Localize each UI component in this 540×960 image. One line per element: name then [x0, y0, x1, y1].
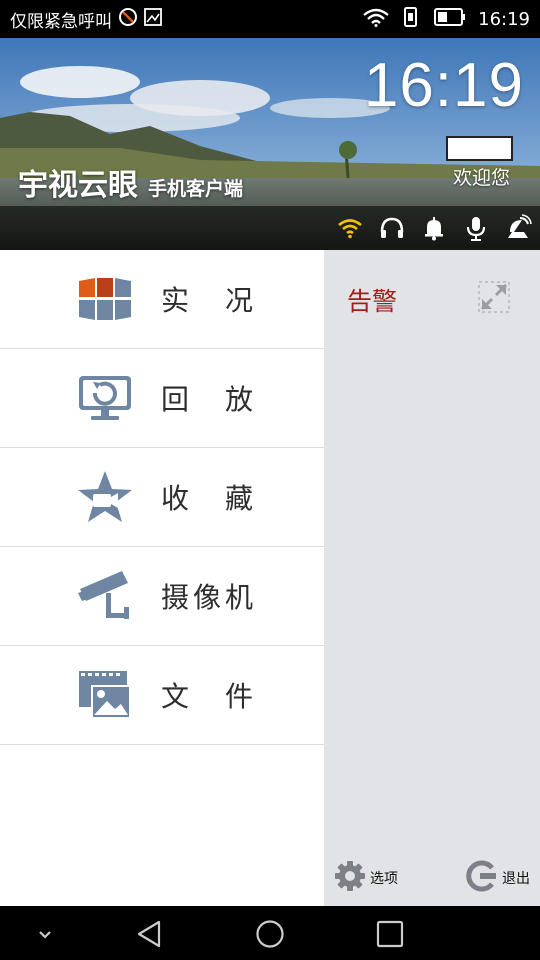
menu-item-files[interactable]: 文 件	[0, 646, 324, 745]
options-button[interactable]: 选项	[334, 860, 398, 896]
options-label: 选项	[370, 871, 398, 887]
welcome-text: 欢迎您	[452, 167, 510, 189]
menu-item-label: 实 况	[161, 284, 258, 317]
alarm-title: 告警	[347, 287, 398, 316]
menu-item-label: 摄像机	[161, 581, 258, 614]
wifi-icon	[362, 7, 390, 31]
carrier-text: 仅限紧急呼叫	[10, 11, 112, 32]
wifi-icon[interactable]	[336, 214, 364, 242]
menu-item-label: 回 放	[161, 383, 258, 416]
menu-item-live[interactable]: 实 况	[0, 250, 324, 349]
status-clock: 16:19	[478, 8, 530, 30]
playback-icon	[75, 368, 135, 428]
app-brand: 宇视云眼 手机客户端	[18, 160, 243, 204]
logout-icon	[466, 860, 498, 896]
image-notification-icon	[144, 8, 162, 30]
menu-item-label: 收 藏	[161, 482, 258, 515]
microphone-icon[interactable]	[462, 214, 490, 242]
menu-item-playback[interactable]: 回 放	[0, 349, 324, 448]
status-bar: 仅限紧急呼叫 16:19	[0, 0, 540, 38]
chevron-down-icon[interactable]	[30, 919, 60, 949]
username-field	[446, 136, 513, 161]
alarm-panel: 告警 选项 退出	[324, 250, 540, 906]
exit-label: 退出	[502, 871, 530, 887]
gear-icon	[334, 860, 366, 896]
large-clock: 16:19	[363, 51, 524, 120]
bell-icon[interactable]	[420, 214, 448, 242]
favorites-icon	[75, 467, 135, 527]
recent-apps-icon[interactable]	[375, 919, 405, 949]
header-toolbar	[0, 206, 540, 250]
header-banner: 16:19 欢迎您 宇视云眼 手机客户端	[0, 38, 540, 250]
live-view-icon	[75, 269, 135, 329]
system-nav-bar	[0, 906, 540, 960]
app-subtitle: 手机客户端	[148, 178, 244, 200]
back-icon[interactable]	[135, 919, 165, 949]
files-icon	[75, 665, 135, 725]
menu-item-label: 文 件	[161, 680, 258, 713]
app-name: 宇视云眼	[18, 168, 138, 203]
battery-icon	[434, 8, 466, 30]
home-icon[interactable]	[255, 919, 285, 949]
camera-icon	[75, 566, 135, 626]
no-sim-icon	[118, 7, 138, 31]
headphones-icon[interactable]	[378, 214, 406, 242]
menu-item-favorites[interactable]: 收 藏	[0, 448, 324, 547]
expand-icon[interactable]	[478, 281, 510, 313]
main-menu: 实 况 回 放 收 藏 摄像机 文 件	[0, 250, 324, 906]
exit-button[interactable]: 退出	[466, 860, 530, 896]
menu-item-camera[interactable]: 摄像机	[0, 547, 324, 646]
vibrate-icon	[402, 6, 422, 32]
satellite-icon[interactable]	[504, 214, 532, 242]
